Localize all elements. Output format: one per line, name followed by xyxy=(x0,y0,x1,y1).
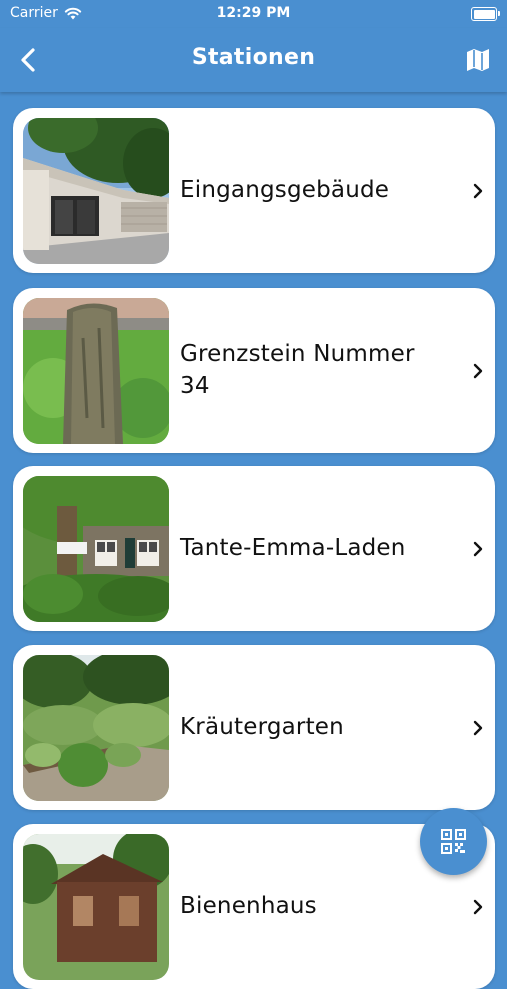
battery-icon xyxy=(471,7,500,21)
station-image xyxy=(23,298,169,444)
qr-scan-button[interactable] xyxy=(420,808,487,875)
chevron-right-icon xyxy=(473,183,483,199)
chevron-right-icon xyxy=(473,541,483,557)
qr-code-icon xyxy=(441,829,466,854)
chevron-right-icon xyxy=(473,720,483,736)
station-title: Bienenhaus xyxy=(180,892,317,919)
chevron-right-icon xyxy=(473,899,483,915)
page-title: Stationen xyxy=(191,45,316,70)
status-bar: Carrier 12:29 PM xyxy=(0,0,507,28)
map-button[interactable] xyxy=(465,47,491,73)
station-image xyxy=(23,834,169,980)
clock: 12:29 PM xyxy=(216,5,291,21)
station-card[interactable]: Tante-Emma-Laden xyxy=(13,466,495,631)
station-title: Kräutergarten xyxy=(180,713,344,740)
chevron-right-icon xyxy=(473,363,483,379)
station-title: Eingangsgebäude xyxy=(180,176,390,203)
station-card[interactable]: Grenzstein Nummer 34 xyxy=(13,288,495,453)
station-title: Tante-Emma-Laden xyxy=(180,534,406,561)
nav-bar: Stationen xyxy=(0,28,507,92)
station-card[interactable]: Kräutergarten xyxy=(13,645,495,810)
map-icon xyxy=(467,49,489,71)
station-image xyxy=(23,655,169,801)
station-card[interactable]: Eingangsgebäude xyxy=(13,108,495,273)
station-image xyxy=(23,118,169,264)
station-image xyxy=(23,476,169,622)
station-title: Grenzstein Nummer 34 xyxy=(180,341,415,399)
